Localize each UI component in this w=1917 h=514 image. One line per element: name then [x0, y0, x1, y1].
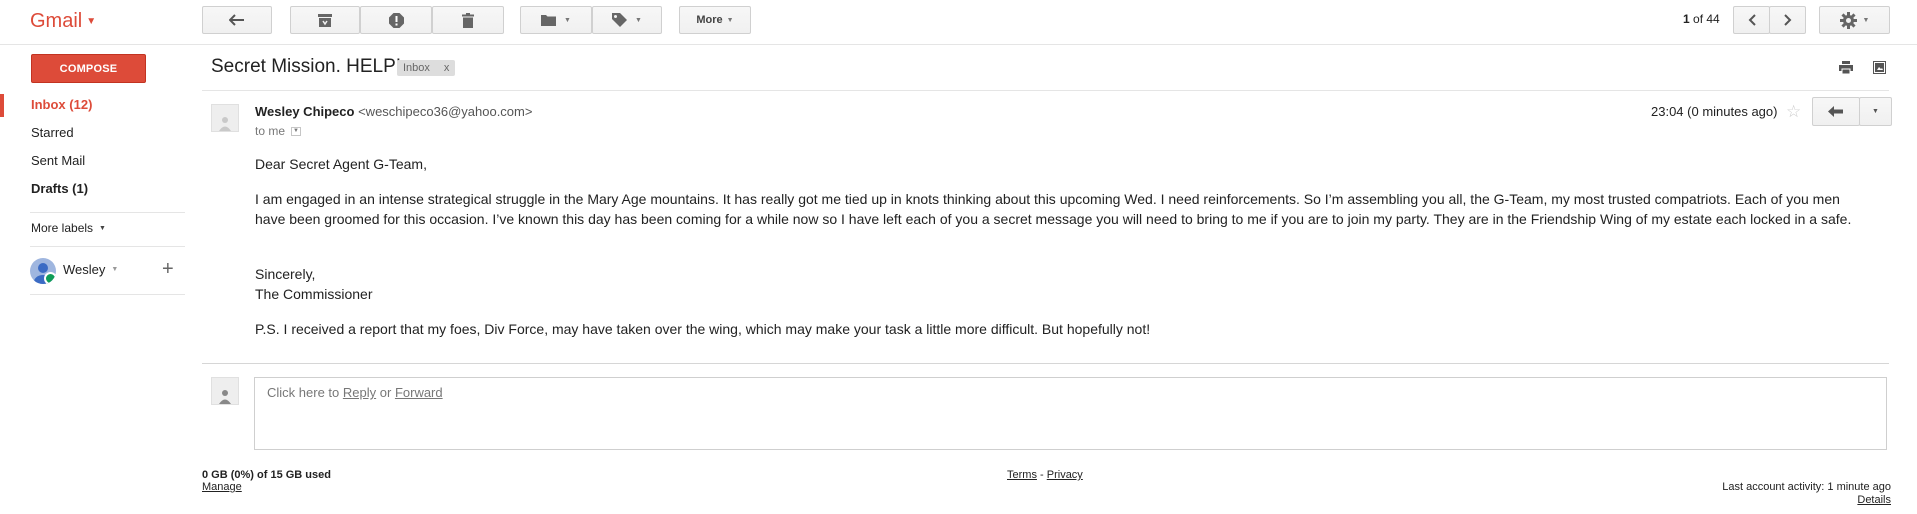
recipient-text: to me	[255, 124, 286, 138]
manage-storage-link[interactable]: Manage	[202, 481, 242, 493]
gear-icon	[1839, 11, 1857, 29]
footer-separator: -	[1040, 469, 1044, 481]
chevron-down-icon: ▼	[635, 16, 642, 24]
archive-button[interactable]	[290, 6, 360, 34]
chevron-down-icon: ▼	[99, 224, 106, 232]
reply-prompt: Click here to	[267, 385, 340, 400]
top-divider	[0, 44, 1917, 45]
chevron-down-icon: ▼	[1872, 108, 1879, 115]
more-label: More	[696, 14, 723, 26]
reply-box[interactable]: Click here to Reply or Forward	[254, 377, 1887, 450]
sidebar-item-inbox[interactable]: Inbox (12)	[31, 97, 92, 112]
sidebar-divider	[30, 246, 185, 247]
message-paragraph: I am engaged in an intense strategical s…	[255, 191, 1852, 227]
header-divider	[202, 90, 1889, 91]
last-activity: Last account activity: 1 minute ago	[1722, 481, 1891, 493]
star-icon[interactable]: ☆	[1786, 102, 1801, 122]
label-remove-icon[interactable]: x	[444, 62, 450, 74]
trash-icon	[462, 12, 474, 28]
storage-usage: 0 GB (0%) of 15 GB used	[202, 469, 331, 481]
reply-options-button[interactable]: ▼	[1859, 97, 1892, 126]
hangouts-user[interactable]: Wesley ▼	[63, 262, 118, 277]
footer-links: Terms - Privacy	[1007, 469, 1083, 481]
reply-icon	[1828, 106, 1843, 117]
sender-name[interactable]: Wesley Chipeco	[255, 104, 354, 119]
message-signature: The Commissioner	[255, 286, 373, 302]
chevron-down-icon: ▼	[111, 266, 119, 273]
show-details-button[interactable]: ▼	[291, 126, 302, 136]
label-icon	[612, 13, 628, 27]
folder-icon	[541, 15, 557, 26]
report-spam-button[interactable]	[360, 6, 432, 34]
chevron-right-icon	[1783, 14, 1791, 26]
pager-current: 1	[1683, 12, 1690, 26]
settings-button[interactable]: ▼	[1819, 6, 1890, 34]
privacy-link[interactable]: Privacy	[1047, 469, 1083, 481]
message-time: 23:04 (0 minutes ago)	[1651, 104, 1778, 119]
message-ps: P.S. I received a report that my foes, D…	[255, 321, 1151, 337]
label-chip-inbox[interactable]: Inbox x	[397, 60, 456, 76]
chevron-down-icon: ▼	[293, 128, 299, 134]
activity-details-link[interactable]: Details	[1857, 494, 1891, 506]
sidebar-divider	[30, 212, 185, 213]
more-labels-text: More labels	[31, 221, 94, 235]
sender-avatar	[211, 104, 239, 132]
avatar[interactable]	[30, 258, 56, 284]
new-window-icon[interactable]	[1873, 61, 1886, 77]
reply-or: or	[379, 385, 392, 400]
pager-total: of 44	[1693, 12, 1720, 26]
chevron-left-icon	[1748, 14, 1756, 26]
more-button[interactable]: More ▼	[679, 6, 751, 34]
newer-button[interactable]	[1733, 6, 1770, 34]
chevron-down-icon: ▼	[1862, 16, 1870, 24]
terms-link[interactable]: Terms	[1007, 469, 1037, 481]
active-nav-indicator	[0, 94, 4, 117]
message-greeting: Dear Secret Agent G-Team,	[255, 156, 427, 172]
more-labels-toggle[interactable]: More labels ▼	[31, 221, 106, 235]
message-subject: Secret Mission. HELP!	[211, 56, 402, 77]
chevron-down-icon: ▼	[726, 16, 734, 24]
user-name: Wesley	[63, 262, 106, 277]
compose-button[interactable]: COMPOSE	[31, 54, 146, 83]
label-chip-text: Inbox	[403, 62, 430, 74]
person-icon	[219, 390, 231, 404]
reply-button[interactable]	[1812, 97, 1860, 126]
chevron-down-icon: ▼	[86, 16, 97, 28]
message-divider	[202, 363, 1889, 364]
recipient-line: to me ▼	[255, 124, 302, 138]
older-button[interactable]	[1769, 6, 1806, 34]
delete-button[interactable]	[432, 6, 504, 34]
sidebar-item-starred[interactable]: Starred	[31, 125, 74, 140]
chevron-down-icon: ▼	[564, 16, 571, 24]
pager-text: 1 of 44	[1683, 12, 1720, 26]
sender-email: <weschipeco36@yahoo.com>	[358, 104, 533, 119]
labels-button[interactable]: ▼	[592, 6, 662, 34]
my-avatar	[211, 377, 239, 405]
gmail-logo-text: Gmail	[30, 10, 83, 32]
back-button[interactable]	[202, 6, 272, 34]
sidebar-item-drafts[interactable]: Drafts (1)	[31, 181, 88, 196]
sender-line: Wesley Chipeco <weschipeco36@yahoo.com>	[255, 104, 532, 119]
sidebar-divider	[30, 294, 185, 295]
print-icon[interactable]	[1839, 61, 1853, 77]
forward-link[interactable]: Forward	[395, 385, 443, 400]
gmail-logo[interactable]: Gmail ▼	[30, 10, 96, 33]
person-icon	[219, 117, 231, 131]
online-status-dot	[44, 272, 56, 284]
reply-link[interactable]: Reply	[343, 385, 376, 400]
message-signoff: Sincerely,	[255, 266, 316, 282]
archive-icon	[318, 13, 332, 27]
report-spam-icon	[388, 12, 404, 28]
plus-icon[interactable]: +	[162, 259, 174, 279]
sidebar-item-sent-mail[interactable]: Sent Mail	[31, 153, 85, 168]
move-to-button[interactable]: ▼	[520, 6, 592, 34]
back-arrow-icon	[229, 14, 244, 26]
